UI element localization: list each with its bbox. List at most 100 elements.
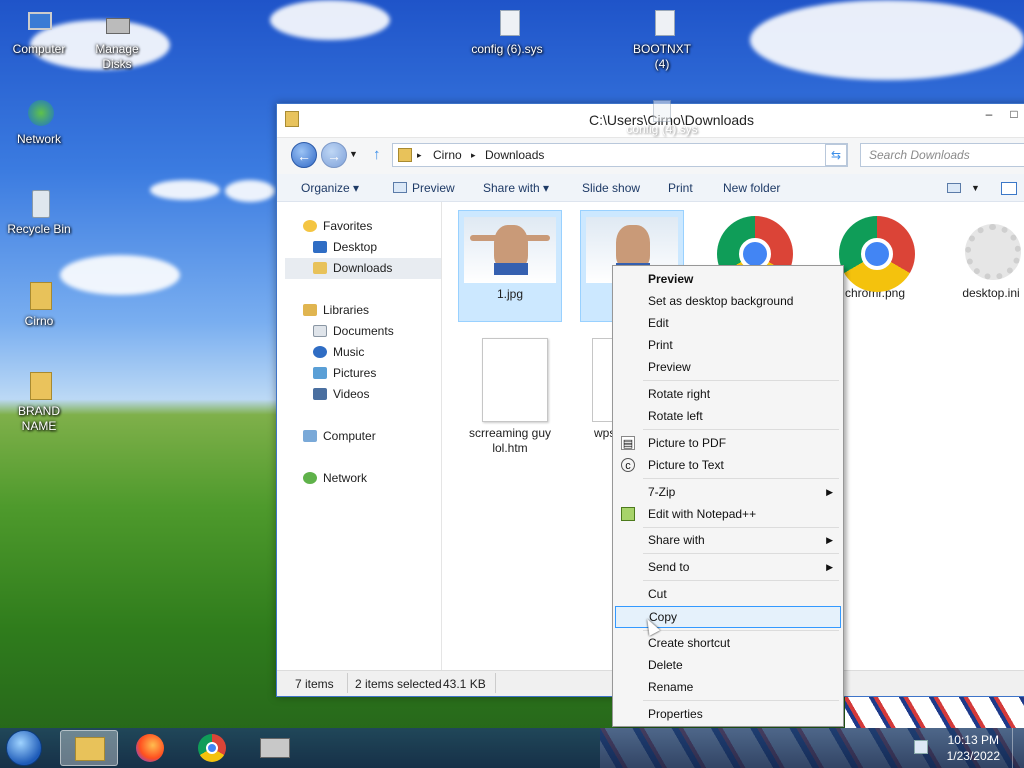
submenu-arrow-icon: ▶ (826, 562, 833, 572)
desktop-icon (313, 241, 327, 253)
new-folder-button[interactable]: New folder (723, 181, 780, 195)
system-file-icon (490, 8, 524, 40)
desktop-icon-computer[interactable]: Computer (2, 8, 76, 57)
menu-item-7zip[interactable]: 7-Zip ▶ (615, 481, 841, 503)
maximize-button[interactable]: □ (1004, 108, 1024, 122)
taskbar-explorer-button[interactable] (60, 730, 118, 766)
up-button[interactable]: ↑ (373, 146, 381, 163)
minimize-button[interactable]: – (979, 108, 999, 122)
preview-button[interactable]: Preview (412, 181, 455, 195)
image-thumbnail (464, 217, 556, 283)
taskbar-chrome-button[interactable] (184, 730, 242, 766)
menu-item-cut[interactable]: Cut (615, 583, 841, 605)
menu-separator (643, 429, 839, 430)
view-options-icon[interactable] (947, 183, 961, 193)
menu-item-print[interactable]: Print (615, 334, 841, 356)
refresh-button[interactable]: ⇆ (825, 144, 847, 166)
start-button[interactable] (6, 730, 42, 766)
address-bar[interactable]: ▸ Cirno ▸ Downloads ▼ (392, 143, 848, 167)
menu-item-rename[interactable]: Rename (615, 676, 841, 698)
desktop-icon-network[interactable]: Network (2, 98, 76, 147)
nav-documents[interactable]: Documents (313, 321, 394, 341)
clock-time: 10:13 PM (947, 733, 999, 747)
menu-item-preview-default[interactable]: Preview (615, 268, 841, 290)
menu-separator (643, 580, 839, 581)
computer-icon (303, 430, 317, 442)
forward-button[interactable]: → (321, 142, 347, 168)
menu-item-set-desktop-background[interactable]: Set as desktop background (615, 290, 841, 312)
organize-button[interactable]: Organize ▾ (301, 181, 359, 195)
nav-downloads[interactable]: Downloads (313, 258, 392, 278)
library-icon (303, 304, 317, 316)
back-button[interactable]: ← (291, 142, 317, 168)
network-icon (303, 472, 317, 484)
network-tray-icon[interactable] (914, 740, 928, 754)
nav-libraries[interactable]: Libraries (303, 300, 369, 320)
nav-desktop[interactable]: Desktop (313, 237, 377, 257)
system-file-icon (645, 8, 679, 40)
menu-item-share-with[interactable]: Share with ▶ (615, 529, 841, 551)
selection-count: 2 items selected (355, 677, 442, 691)
desktop-icon-recycle-bin[interactable]: Recycle Bin (2, 188, 76, 237)
desktop-icon-config-6[interactable]: config (6).sys (470, 8, 544, 57)
menu-item-preview[interactable]: Preview (615, 356, 841, 378)
menu-separator (643, 478, 839, 479)
desktop-icon-config-4[interactable]: config (4).sys (625, 100, 699, 136)
breadcrumb-downloads[interactable]: Downloads (485, 148, 544, 162)
title-bar[interactable]: C:\Users\Cirno\Downloads – □ config (4).… (277, 100, 1024, 138)
search-input[interactable]: Search Downloads (860, 143, 1024, 167)
system-clock[interactable]: 10:13 PM 1/23/2022 (947, 732, 1000, 764)
slide-show-button[interactable]: Slide show (582, 181, 640, 195)
clock-date: 1/23/2022 (946, 749, 1000, 763)
nav-pictures[interactable]: Pictures (313, 363, 376, 383)
nav-videos[interactable]: Videos (313, 384, 369, 404)
downloads-folder-icon (313, 262, 327, 274)
file-item[interactable]: desktop.ini (939, 210, 1024, 322)
share-with-button[interactable]: Share with ▾ (483, 181, 549, 195)
disk-manager-icon (260, 738, 290, 758)
desktop-icon-manage-disks[interactable]: Manage Disks (80, 8, 154, 72)
menu-item-send-to[interactable]: Send to ▶ (615, 556, 841, 578)
folder-icon (398, 148, 412, 162)
nav-music[interactable]: Music (313, 342, 364, 362)
print-button[interactable]: Print (668, 181, 693, 195)
context-menu: Preview Set as desktop background Edit P… (612, 265, 844, 727)
star-icon (303, 220, 317, 232)
file-item[interactable]: scrreaming guy lol.htm (458, 332, 562, 455)
desktop-icon-bootnxt[interactable]: BOOTNXT (4) (625, 8, 699, 72)
chrome-icon (198, 734, 226, 762)
firefox-icon (136, 734, 164, 762)
file-item[interactable]: 1.jpg (458, 210, 562, 322)
command-bar: Organize ▾ Preview Share with ▾ Slide sh… (277, 174, 1024, 202)
view-dropdown-icon[interactable]: ▼ (971, 183, 980, 193)
status-divider (347, 673, 348, 693)
nav-network[interactable]: Network (303, 468, 367, 488)
desktop-icon-brand-name[interactable]: BRAND NAME (2, 370, 76, 434)
navigation-pane: Favorites Desktop Downloads Libraries Do… (277, 202, 442, 672)
menu-item-edit-notepad-plus[interactable]: Edit with Notepad++ (615, 503, 841, 525)
history-dropdown-icon[interactable]: ▼ (349, 149, 358, 159)
wallpaper-art (845, 697, 1024, 728)
show-desktop-button[interactable] (1012, 728, 1024, 768)
nav-favorites[interactable]: Favorites (303, 216, 372, 236)
breadcrumb-cirno[interactable]: Cirno (433, 148, 462, 162)
disk-manager-icon (100, 8, 134, 40)
menu-item-picture-to-pdf[interactable]: ▤ Picture to PDF (615, 432, 841, 454)
taskbar-firefox-button[interactable] (122, 730, 180, 766)
folder-icon (285, 111, 299, 127)
status-divider (495, 673, 496, 693)
menu-separator (643, 630, 839, 631)
pictures-icon (313, 367, 327, 379)
menu-item-rotate-left[interactable]: Rotate left (615, 405, 841, 427)
menu-item-edit[interactable]: Edit (615, 312, 841, 334)
menu-item-delete[interactable]: Delete (615, 654, 841, 676)
documents-icon (313, 325, 327, 337)
taskbar-disk-manager-button[interactable] (246, 730, 304, 766)
menu-item-properties[interactable]: Properties (615, 703, 841, 725)
menu-separator (643, 380, 839, 381)
desktop-icon-cirno[interactable]: Cirno (2, 280, 76, 329)
menu-item-picture-to-text[interactable]: c Picture to Text (615, 454, 841, 476)
preview-pane-icon[interactable] (1001, 182, 1017, 195)
nav-computer[interactable]: Computer (303, 426, 376, 446)
menu-item-rotate-right[interactable]: Rotate right (615, 383, 841, 405)
